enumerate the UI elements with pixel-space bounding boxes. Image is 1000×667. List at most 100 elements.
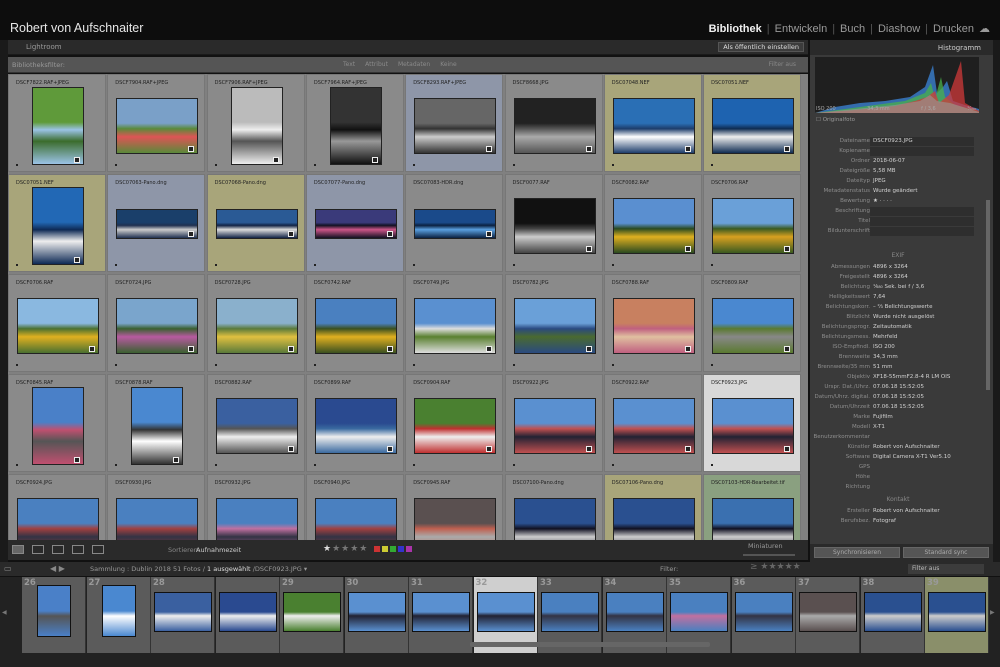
photo-thumbnail[interactable] [17, 498, 99, 540]
grid-cell[interactable]: DSC07106-Pano.dng [603, 474, 702, 540]
grid-cell[interactable]: DSC07051.NEF [8, 174, 106, 272]
photo-thumbnail[interactable] [131, 387, 184, 465]
module-entwickeln[interactable]: Entwickeln [775, 23, 828, 35]
grid-cell[interactable]: DSC07077-Pano.dng [305, 174, 404, 272]
grid-view-icon[interactable] [12, 545, 24, 554]
grid-cell[interactable]: DSCF7906.RAF+JPEG [206, 74, 305, 172]
nav-arrows-icon[interactable]: ◀ ▶ [50, 564, 65, 573]
filter-tab-attribut[interactable]: Attribut [365, 61, 388, 68]
filmstrip-rating-filter[interactable]: ≥ ★★★★★ [750, 562, 801, 572]
photo-thumbnail[interactable] [116, 209, 199, 239]
metadata-field[interactable] [870, 227, 974, 236]
photo-thumbnail[interactable] [314, 298, 397, 354]
filmstrip-cell[interactable] [409, 577, 473, 653]
thumbnail-size-slider[interactable] [743, 554, 795, 556]
cloud-icon[interactable]: ☁ [979, 22, 990, 35]
grid-cell[interactable]: DSCF0845.RAF [8, 374, 106, 472]
yellow-label-icon[interactable] [382, 546, 388, 552]
filmstrip-cell[interactable] [796, 577, 860, 653]
photo-thumbnail[interactable] [32, 387, 84, 465]
photo-thumbnail[interactable] [414, 498, 497, 540]
photo-thumbnail[interactable] [314, 209, 397, 239]
photo-thumbnail[interactable] [513, 98, 596, 154]
photo-thumbnail[interactable] [314, 498, 397, 540]
module-bibliothek[interactable]: Bibliothek [709, 23, 762, 35]
module-diashow[interactable]: Diashow [878, 23, 920, 35]
grid-cell[interactable]: DSCF0077.RAF [504, 174, 603, 272]
survey-view-icon[interactable] [72, 545, 84, 554]
filmstrip-cell[interactable] [860, 577, 925, 653]
grid-cell[interactable]: DSCF0706.RAF [703, 174, 802, 272]
metadata-field[interactable] [870, 207, 974, 216]
photo-thumbnail[interactable] [116, 98, 199, 154]
grid-cell[interactable]: DSC07048.NEF [603, 74, 702, 172]
sync-button[interactable]: Synchronisieren [814, 547, 900, 558]
grid-cell[interactable]: DSCF7964.RAF+JPEG [305, 74, 404, 172]
filmstrip-cell[interactable] [925, 577, 989, 653]
filter-tab-text[interactable]: Text [343, 61, 355, 68]
original-photo-checkbox[interactable]: ☐ Originalfoto [816, 117, 855, 123]
photo-thumbnail[interactable] [17, 298, 99, 354]
filter-tab-keine[interactable]: Keine [440, 61, 457, 68]
photo-thumbnail[interactable] [215, 209, 298, 239]
metadata-field[interactable] [870, 147, 974, 156]
photo-thumbnail[interactable] [32, 87, 84, 165]
filmstrip-cell[interactable] [344, 577, 409, 653]
compare-view-icon[interactable] [52, 545, 64, 554]
grid-cell[interactable]: DSCF7904.RAF+JPEG [107, 74, 206, 172]
photo-thumbnail[interactable] [612, 298, 695, 354]
grid-cell[interactable]: DSCF8668.JPG [504, 74, 603, 172]
photo-thumbnail[interactable] [513, 198, 596, 254]
photo-thumbnail[interactable] [513, 298, 596, 354]
photo-thumbnail[interactable] [712, 298, 795, 354]
photo-thumbnail[interactable] [230, 87, 283, 165]
blue-label-icon[interactable] [398, 546, 404, 552]
filmstrip-cell[interactable] [151, 577, 215, 653]
photo-thumbnail[interactable] [414, 398, 497, 454]
grid-cell[interactable]: DSCF0922.JPG [504, 374, 603, 472]
photo-thumbnail[interactable] [414, 98, 497, 154]
grid-cell[interactable]: DSCF0749.JPG [405, 274, 504, 372]
grid-cell[interactable]: DSCF0082.RAF [603, 174, 702, 272]
filmstrip-cell[interactable] [731, 577, 796, 653]
loupe-view-icon[interactable] [32, 545, 44, 554]
left-panel-collapsed[interactable] [0, 40, 8, 562]
photo-thumbnail[interactable] [215, 298, 298, 354]
photo-thumbnail[interactable] [513, 498, 596, 540]
grid-cell[interactable]: DSCF0945.RAF [405, 474, 504, 540]
sync-default-button[interactable]: Standard sync [903, 547, 989, 558]
people-view-icon[interactable] [92, 545, 104, 554]
right-panel-scrollbar[interactable] [986, 200, 990, 390]
photo-thumbnail[interactable] [215, 498, 298, 540]
filter-tab-metadaten[interactable]: Metadaten [398, 61, 430, 68]
grid-cell[interactable]: DSCF0930.JPG [107, 474, 206, 540]
red-label-icon[interactable] [374, 546, 380, 552]
photo-thumbnail[interactable] [712, 98, 795, 154]
rating-stars[interactable]: ★★★★★ [323, 544, 368, 554]
photo-thumbnail[interactable] [513, 398, 596, 454]
filmstrip-left-arrow[interactable]: ◀ [2, 609, 7, 616]
filter-off[interactable]: Filter aus [769, 61, 796, 68]
photo-thumbnail[interactable] [612, 398, 695, 454]
grid-cell[interactable]: DSCF7822.RAF+JPEG [8, 74, 106, 172]
contact-section-title[interactable]: Kontakt [810, 496, 986, 503]
grid-cell[interactable]: DSCF0728.JPG [206, 274, 305, 372]
grid-cell[interactable]: DSCF0899.RAF [305, 374, 404, 472]
grid-cell[interactable]: DSCF0882.RAF [206, 374, 305, 472]
grid-cell[interactable]: DSCF0932.JPG [206, 474, 305, 540]
grid-cell[interactable]: DSC07051.NEF [703, 74, 802, 172]
publish-button[interactable]: Als öffentlich einstellen [718, 42, 804, 52]
photo-thumbnail[interactable] [116, 498, 199, 540]
sort-select[interactable]: Aufnahmezeit [196, 546, 241, 554]
grid-cell[interactable]: DSCF0924.JPG [8, 474, 106, 540]
photo-thumbnail[interactable] [329, 87, 382, 165]
color-labels[interactable] [374, 546, 412, 552]
grid-cell[interactable]: DSCF0724.JPG [107, 274, 206, 372]
grid-cell[interactable]: DSCF0809.RAF [703, 274, 802, 372]
photo-thumbnail[interactable] [32, 187, 84, 265]
grid-cell[interactable]: DSCF0706.RAF [8, 274, 106, 372]
filmstrip-cell[interactable] [215, 577, 280, 653]
filmstrip-filter-select[interactable]: Filter aus [908, 564, 984, 574]
purple-label-icon[interactable] [406, 546, 412, 552]
filmstrip-cell[interactable] [280, 577, 344, 653]
